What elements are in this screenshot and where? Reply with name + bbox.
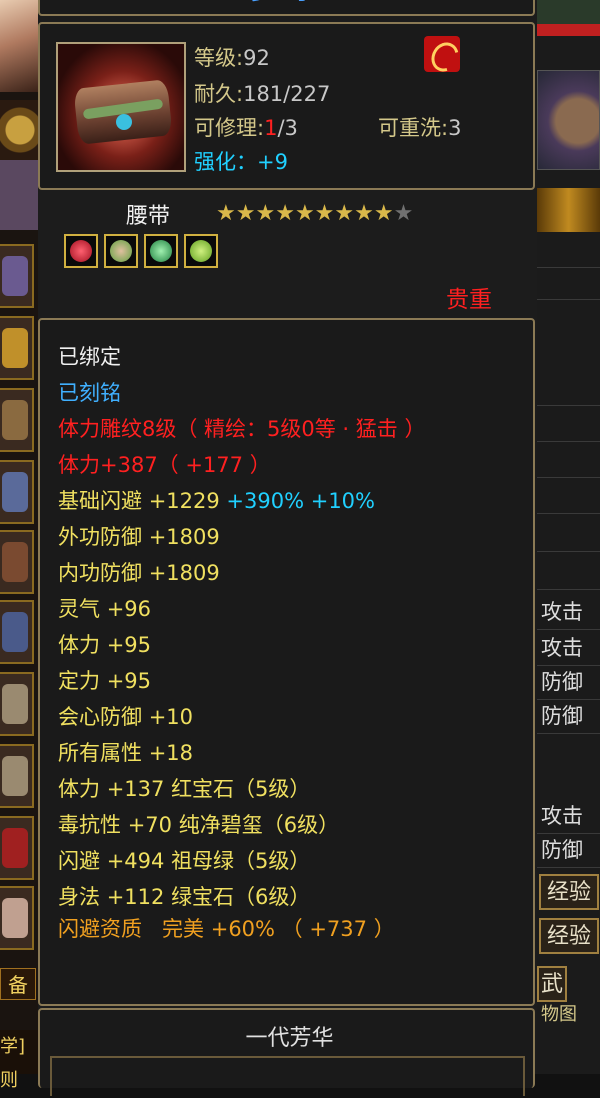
- engraved-status: 已刻铭: [58, 381, 121, 405]
- equip-slot-3[interactable]: [0, 388, 34, 452]
- attribute-line: 体力 +137 红宝石（5级）: [58, 777, 311, 801]
- character-portrait[interactable]: [0, 0, 38, 92]
- right-top-bar: [537, 0, 600, 26]
- star-icon: ★: [314, 201, 335, 226]
- rarity-label: 贵重: [446, 287, 492, 313]
- bound-status: 已绑定: [58, 345, 121, 369]
- right-stat: 防御: [537, 666, 600, 700]
- attribute-line: 身法 +112 绿宝石（6级）: [58, 885, 311, 909]
- emerald-gem-icon: [144, 234, 178, 268]
- right-stat: 防御: [537, 834, 600, 868]
- star-icon: ★: [334, 201, 355, 226]
- right-stat: 防御: [537, 700, 600, 734]
- right-row: [537, 554, 600, 590]
- right-row: [537, 518, 600, 552]
- equip-tab[interactable]: 备: [0, 968, 36, 1000]
- exp-button-2[interactable]: 经验: [539, 918, 599, 954]
- right-stat: 攻击: [537, 596, 600, 630]
- right-row: [537, 376, 600, 406]
- durability-row: 耐久:181/227: [194, 82, 331, 106]
- attribute-line: 体力 +95: [58, 633, 152, 657]
- left-decoration: [0, 160, 38, 230]
- attribute-line: 闪避 +494 祖母绿（5级）: [58, 849, 311, 873]
- star-icon: ★: [354, 201, 374, 226]
- attribute-line: 灵气 +96: [58, 597, 152, 621]
- equip-slot-10[interactable]: [0, 886, 34, 950]
- set-name: 一代芳华: [245, 1026, 334, 1051]
- right-bottom-label: 物图: [541, 1004, 577, 1025]
- star-icon: ★: [373, 201, 394, 226]
- enhance-row: 强化：+9: [194, 150, 288, 174]
- star-rating: ★★★★★★★★★★: [216, 203, 413, 225]
- dodge-base-row: 基础闪避 +1229 +390% +10%: [58, 489, 376, 513]
- attribute-line: 内功防御 +1809: [58, 561, 220, 585]
- target-portrait[interactable]: [537, 70, 600, 170]
- right-stat: 攻击: [537, 632, 600, 666]
- set-frame: 一代芳华: [38, 1008, 535, 1096]
- equip-slot-8[interactable]: [0, 744, 34, 808]
- equip-slot-2[interactable]: [0, 316, 34, 380]
- reroll-row: 可重洗:3: [378, 116, 462, 140]
- equip-slot-7[interactable]: [0, 672, 34, 736]
- equip-slot-1[interactable]: [0, 244, 34, 308]
- attribute-line: 毒抗性 +70 纯净碧玺（6级）: [58, 813, 340, 837]
- ruby-gem-icon: [64, 234, 98, 268]
- carve-line: 体力雕纹8级（ 精绘：5级0等 · 猛击 ）: [58, 417, 426, 441]
- item-tooltip: 多 奇 等级:92 耐久:181/227 可修理:1/3 可重洗:3 强化：+9…: [38, 0, 537, 1096]
- right-banner: [537, 188, 600, 232]
- attribute-line: 外功防御 +1809: [58, 525, 220, 549]
- star-icon: ★: [216, 201, 236, 226]
- right-row: [537, 480, 600, 514]
- item-title: 多 奇: [250, 0, 310, 7]
- attributes-frame: 已绑定 已刻铭 体力雕纹8级（ 精绘：5级0等 · 猛击 ） 体力+387（ +…: [38, 318, 535, 1006]
- green-gem-icon: [184, 234, 218, 268]
- star-icon: ★: [393, 201, 414, 226]
- equip-slot-4[interactable]: [0, 460, 34, 524]
- right-panel: 攻击 攻击 防御 防御 攻击 防御 经验 经验 武 物图: [537, 0, 600, 1074]
- left-bottom-label: 学]则: [0, 1030, 38, 1091]
- right-tab[interactable]: 武: [537, 966, 567, 1002]
- attribute-line: 所有属性 +18: [58, 741, 194, 765]
- equip-slot-5[interactable]: [0, 530, 34, 594]
- right-stat: 攻击: [537, 800, 600, 834]
- attribute-line: 会心防御 +10: [58, 705, 194, 729]
- stamina-main: 体力+387（ +177 ）: [58, 453, 271, 477]
- quality-row: 闪避资质 完美 +60% （ +737 ）: [58, 917, 395, 941]
- star-icon: ★: [255, 201, 276, 226]
- star-icon: ★: [235, 201, 256, 226]
- star-icon: ★: [294, 201, 315, 226]
- menu-round-button[interactable]: [0, 100, 38, 160]
- right-row: [537, 408, 600, 442]
- dragon-emblem-icon: [424, 36, 460, 72]
- repair-row: 可修理:1/3: [194, 116, 298, 140]
- title-frame: 多 奇: [38, 0, 535, 16]
- right-row: [537, 444, 600, 478]
- belt-icon: [56, 42, 186, 172]
- equip-slot-6[interactable]: [0, 600, 34, 664]
- right-row: [537, 270, 600, 300]
- star-icon: ★: [275, 201, 295, 226]
- right-row: [537, 240, 600, 268]
- exp-button-1[interactable]: 经验: [539, 874, 599, 910]
- left-panel: 备 学]则: [0, 0, 38, 1091]
- item-name: 腰带: [126, 204, 171, 229]
- header-frame: 等级:92 耐久:181/227 可修理:1/3 可重洗:3 强化：+9: [38, 22, 535, 190]
- jade-gem-icon: [104, 234, 138, 268]
- health-bar: [537, 24, 600, 36]
- level-row: 等级:92: [194, 46, 270, 70]
- attribute-line: 定力 +95: [58, 669, 152, 693]
- equip-slot-9[interactable]: [0, 816, 34, 880]
